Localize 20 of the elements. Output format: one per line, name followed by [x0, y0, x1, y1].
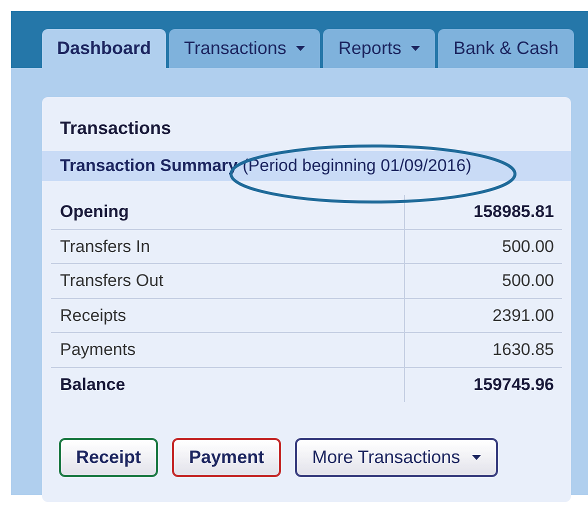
table-cell-text: 500.00: [501, 236, 555, 258]
table-cell-text: 500.00: [501, 270, 555, 292]
action-button[interactable]: Receipt: [59, 438, 158, 477]
table-cell: Transfers In: [51, 230, 405, 263]
action-button[interactable]: More Transactions: [295, 438, 498, 477]
table-cell-text: 158985.81: [472, 201, 555, 223]
table-cell-text: 1630.85: [492, 339, 555, 361]
nav-tab[interactable]: Dashboard: [42, 29, 166, 68]
nav-tab[interactable]: Transactions: [169, 29, 320, 68]
nav-tab[interactable]: Reports: [323, 29, 436, 68]
table-cell: Receipts: [51, 298, 405, 332]
nav-tab[interactable]: Bank & Cash: [438, 29, 574, 68]
table-cell: Payments: [51, 333, 405, 366]
panel-title: Transactions: [59, 117, 172, 139]
table-cell: Transfers Out: [51, 264, 405, 298]
table-cell: Opening: [51, 195, 405, 228]
table-cell-text: 2391.00: [492, 304, 555, 326]
table-cell-text: 159745.96: [472, 374, 555, 396]
table-cell: Balance: [51, 368, 405, 402]
action-button[interactable]: Payment: [172, 438, 282, 477]
